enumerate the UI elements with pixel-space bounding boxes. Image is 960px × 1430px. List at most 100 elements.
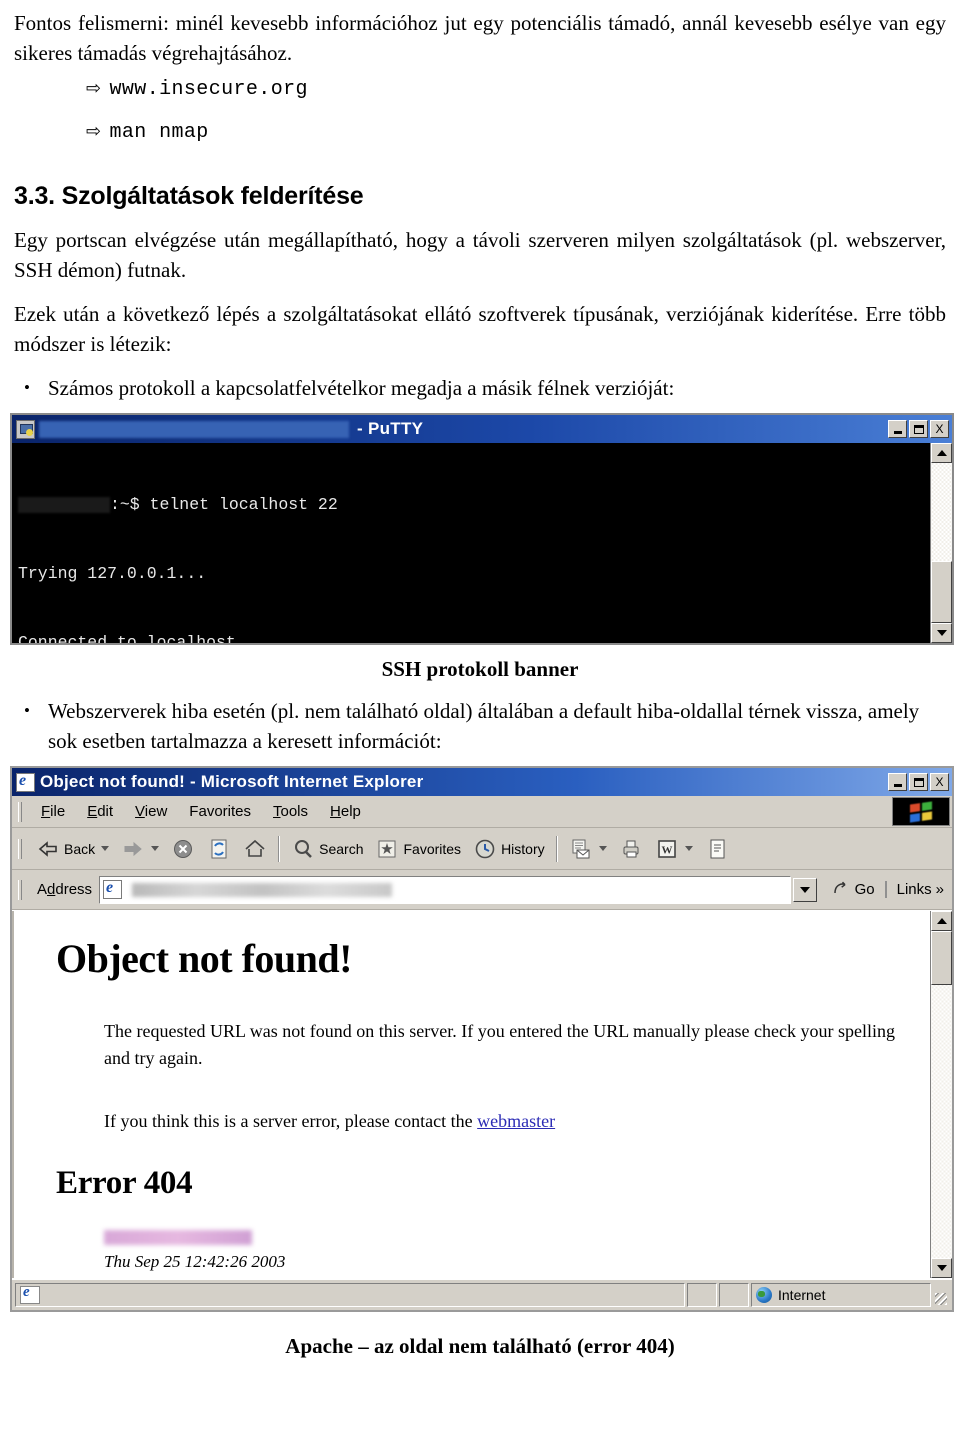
forward-arrow-icon [121, 837, 145, 861]
back-arrow-icon [36, 837, 60, 861]
bullet-label: Webszerverek hiba esetén (pl. nem találh… [48, 699, 920, 753]
server-signature: Thu Sep 25 12:42:26 2003 Apache/2.0.40 (… [104, 1230, 930, 1278]
favorites-button-label: Favorites [403, 840, 462, 857]
close-button[interactable]: X [930, 773, 949, 791]
ie-scrollbar[interactable] [930, 911, 952, 1278]
address-dropdown-button[interactable] [792, 877, 817, 902]
ie-caption: Apache – az oldal nem található (error 4… [285, 1334, 675, 1358]
address-label: Address [37, 881, 93, 898]
history-clock-icon [473, 837, 497, 861]
toolbar-grip[interactable] [18, 838, 22, 859]
contact-prefix: If you think this is a server error, ple… [104, 1111, 478, 1131]
status-message-pane [15, 1283, 685, 1307]
scroll-track[interactable] [931, 463, 952, 623]
scroll-up-button[interactable] [931, 911, 952, 931]
scroll-thumb[interactable] [931, 931, 952, 985]
ie-viewport: Object not found! The requested URL was … [12, 910, 952, 1278]
document-page: Fontos felismerni: minél kevesebb inform… [0, 0, 960, 1430]
scroll-track[interactable] [931, 931, 952, 1258]
discuss-icon [705, 837, 729, 861]
address-redacted-url [132, 882, 393, 897]
scroll-down-button[interactable] [931, 623, 952, 643]
security-zone-pane[interactable]: Internet [751, 1283, 931, 1307]
maximize-button[interactable] [909, 773, 928, 791]
svg-text:W: W [661, 844, 672, 856]
error-page-heading: Object not found! [56, 936, 352, 981]
scroll-up-button[interactable] [931, 443, 952, 463]
refresh-button[interactable] [201, 832, 237, 866]
error-code-heading: Error 404 [56, 1165, 193, 1201]
chevron-down-icon[interactable] [151, 846, 160, 851]
minimize-button[interactable] [888, 420, 907, 438]
putty-scrollbar[interactable] [930, 443, 952, 643]
chevron-down-icon[interactable] [684, 846, 693, 851]
arrow-item-label: www.insecure.org [109, 78, 308, 101]
history-button[interactable]: History [467, 832, 551, 866]
chevron-down-icon[interactable] [598, 846, 607, 851]
menu-item-tools[interactable]: Tools [262, 801, 319, 822]
ie-menubar: File Edit View Favorites Tools Help [12, 796, 952, 828]
menu-item-edit[interactable]: Edit [76, 801, 124, 822]
menubar-grip[interactable] [18, 801, 22, 822]
arrow-right-icon: ⇨ [86, 121, 102, 142]
ie-status-bar: Internet [12, 1278, 952, 1310]
links-button[interactable]: Links » [884, 881, 952, 898]
discuss-button[interactable] [699, 832, 735, 866]
intro-paragraph: Fontos felismerni: minél kevesebb inform… [14, 11, 946, 65]
maximize-button[interactable] [909, 420, 928, 438]
status-pane-extra-1 [687, 1283, 717, 1307]
internet-explorer-icon [16, 772, 35, 792]
addressbar-grip[interactable] [18, 879, 22, 900]
status-page-icon [20, 1284, 40, 1304]
ie-title-text: Object not found! - Microsoft Internet E… [40, 772, 424, 791]
scroll-down-button[interactable] [931, 1258, 952, 1278]
internet-explorer-window: Object not found! - Microsoft Internet E… [10, 766, 954, 1312]
bullet-icon: • [24, 701, 30, 720]
search-button-label: Search [319, 840, 364, 857]
ie-toolbar: Back Search Favorites History W [12, 828, 952, 870]
close-button[interactable]: X [930, 420, 949, 438]
chevron-down-icon[interactable] [101, 846, 110, 851]
favorites-button[interactable]: Favorites [369, 832, 467, 866]
word-edit-icon: W [655, 837, 679, 861]
go-button-label: Go [854, 881, 875, 898]
edit-button[interactable]: W [649, 832, 699, 866]
home-icon [243, 837, 267, 861]
putty-window: - PuTTY X :~$ telnet localhost 22 Trying… [10, 413, 954, 645]
terminal-redacted-hostname [18, 496, 110, 513]
back-button[interactable]: Back [30, 832, 115, 866]
toolbar-separator [555, 835, 558, 862]
refresh-icon [207, 837, 231, 861]
error-page-contact: If you think this is a server error, ple… [104, 1108, 904, 1135]
arrow-item-label: man nmap [109, 121, 209, 144]
forward-button[interactable] [115, 832, 165, 866]
signature-server: Apache/2.0.40 (Red Hat Linux) [104, 1274, 930, 1278]
putty-title-redacted-host [39, 420, 349, 438]
print-button[interactable] [613, 832, 649, 866]
stop-button[interactable] [165, 832, 201, 866]
terminal-line: Connected to localhost. [18, 633, 246, 643]
scroll-thumb[interactable] [931, 561, 952, 623]
minimize-button[interactable] [888, 773, 907, 791]
address-input[interactable] [99, 875, 791, 904]
menu-item-file[interactable]: File [30, 801, 76, 822]
menu-item-help[interactable]: Help [319, 801, 372, 822]
ie-titlebar[interactable]: Object not found! - Microsoft Internet E… [12, 768, 952, 796]
arrow-right-icon: ⇨ [86, 78, 102, 99]
search-button[interactable]: Search [285, 832, 369, 866]
webmaster-link[interactable]: webmaster [477, 1111, 555, 1131]
internet-zone-globe-icon [756, 1287, 772, 1303]
status-pane-extra-2 [719, 1283, 749, 1307]
home-button[interactable] [237, 832, 273, 866]
menu-item-favorites[interactable]: Favorites [178, 801, 262, 822]
resize-grip[interactable] [933, 1283, 949, 1307]
windows-logo-icon[interactable] [892, 797, 950, 826]
go-button[interactable]: Go [820, 878, 885, 902]
menu-item-view[interactable]: View [124, 801, 178, 822]
putty-titlebar[interactable]: - PuTTY X [12, 415, 952, 443]
putty-terminal[interactable]: :~$ telnet localhost 22 Trying 127.0.0.1… [12, 443, 930, 643]
section-paragraph-1: Egy portscan elvégzése után megállapítha… [14, 228, 946, 282]
back-button-label: Back [64, 840, 96, 857]
mail-button[interactable] [563, 832, 613, 866]
error-page-content: Object not found! The requested URL was … [12, 911, 930, 1278]
